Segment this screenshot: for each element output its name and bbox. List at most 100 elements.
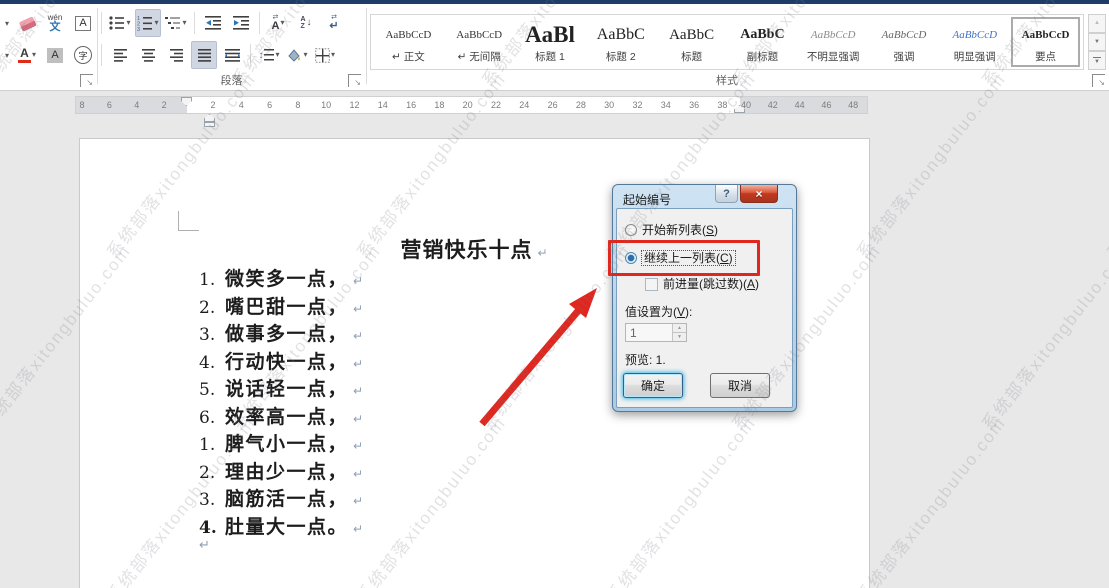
list-number: 2. (199, 463, 221, 483)
ruler-number: 4 (239, 100, 244, 110)
character-shading-button[interactable]: A (42, 41, 68, 69)
chevron-down-icon: ▾ (126, 19, 130, 27)
ruler-number: 14 (378, 100, 388, 110)
align-center-icon (142, 49, 155, 62)
style-item-strong[interactable]: AaBbCcD要点 (1011, 17, 1080, 67)
gallery-scroll: ▲ ▼ ▼ (1088, 14, 1106, 70)
ruler-number: 24 (519, 100, 529, 110)
gallery-more-button[interactable]: ▼ (1088, 51, 1106, 70)
chevron-down-icon[interactable]: ▾ (2, 51, 12, 60)
hanging-indent-marker[interactable] (204, 114, 215, 122)
radio-label: 开始新列表(S) (642, 223, 718, 237)
align-right-button[interactable] (163, 41, 189, 69)
style-item-title[interactable]: AaBbC标题 (657, 17, 726, 67)
gallery-scroll-down-button[interactable]: ▼ (1088, 33, 1106, 52)
paragraph-mark: ↵ (537, 246, 548, 260)
style-item-normal[interactable]: AaBbCcD↵ 正文 (374, 17, 443, 67)
list-number: 1. (199, 270, 221, 290)
list-text: 做事多一点， (225, 319, 348, 346)
numbering-button[interactable]: 123 ▾ (135, 9, 161, 37)
spinner-down-button[interactable]: ▼ (673, 333, 686, 341)
ruler-number: 46 (821, 100, 831, 110)
list-text: 说话轻一点， (225, 374, 348, 401)
ruler-number: 12 (349, 100, 359, 110)
ruler-number: 30 (604, 100, 614, 110)
borders-button[interactable]: ▾ (312, 41, 338, 69)
style-preview: AaBbC (740, 19, 784, 51)
list-number: 2. (199, 298, 221, 318)
watermark-text: 系统部落xitongbuluo.com (974, 238, 1109, 434)
distribute-button[interactable] (219, 41, 245, 69)
ruler-number: 8 (295, 100, 300, 110)
chevron-down-icon: ▾ (331, 51, 335, 59)
checkbox-label: 前进量(跳过数)(A) (663, 277, 759, 291)
list-number: 3. (199, 490, 221, 510)
style-item-emphasis[interactable]: AaBbCcD强调 (870, 17, 939, 67)
ruler-number: 6 (267, 100, 272, 110)
decrease-indent-button[interactable] (200, 9, 226, 37)
shading-button[interactable]: ▾ (284, 41, 310, 69)
clear-formatting-button[interactable] (14, 9, 40, 37)
ok-button[interactable]: 确定 (623, 373, 683, 398)
style-item-heading1[interactable]: AaBl标题 1 (516, 17, 585, 67)
list-text: 脾气小一点， (225, 429, 348, 456)
style-item-no-spacing[interactable]: AaBbCcD↵ 无间隔 (445, 17, 514, 67)
preview-text: 预览: 1. (625, 351, 666, 368)
character-shading-icon: A (47, 48, 62, 63)
asian-layout-icon: ⇄A (272, 14, 280, 32)
ruler-number: 44 (795, 100, 805, 110)
chevron-down-icon[interactable]: ▾ (2, 19, 12, 28)
bullets-button[interactable]: ▾ (107, 9, 133, 37)
ruler-number: 32 (632, 100, 642, 110)
ruler-number: 2 (210, 100, 215, 110)
paragraph-dialog-launcher[interactable]: ↘ (348, 74, 361, 87)
align-center-button[interactable] (135, 41, 161, 69)
style-item-subtitle[interactable]: AaBbC副标题 (728, 17, 797, 67)
style-item-intense-emphasis[interactable]: AaBbCcD明显强调 (940, 17, 1009, 67)
word-window: ▾ wén文 A ▾ 123 ▾ ▾ (0, 0, 1109, 588)
sort-button[interactable]: AZ↓ (293, 9, 319, 37)
divider (194, 12, 195, 34)
font-color-button[interactable]: A ▾ (14, 41, 40, 69)
enclose-characters-button[interactable]: 字 (70, 41, 96, 69)
checkbox-advance-value[interactable]: 前进量(跳过数)(A) (645, 277, 759, 291)
justify-button[interactable] (191, 41, 217, 69)
title-text: 营销快乐十点 (400, 237, 532, 262)
asian-layout-button[interactable]: ⇄A ▾ (265, 9, 291, 37)
text-boundary-mark (178, 211, 179, 231)
list-text: 效率高一点， (225, 402, 348, 429)
line-spacing-button[interactable]: ↕ ▾ (256, 41, 282, 69)
bullets-icon (109, 15, 125, 31)
font-dialog-launcher[interactable]: ↘ (80, 74, 93, 87)
phonetic-guide-button[interactable]: wén文 (42, 9, 68, 37)
value-input[interactable] (626, 324, 672, 341)
gallery-scroll-up-button[interactable]: ▲ (1088, 14, 1106, 33)
divider (101, 12, 102, 34)
increase-indent-button[interactable] (228, 9, 254, 37)
style-item-subtle-emphasis[interactable]: AaBbCcD不明显强调 (799, 17, 868, 67)
multilevel-list-button[interactable]: ▾ (163, 9, 189, 37)
list-number: 4. (199, 518, 221, 538)
cancel-button[interactable]: 取消 (710, 373, 770, 398)
list-text: 肚量大一点。 (225, 512, 348, 539)
style-gallery: AaBbCcD↵ 正文 AaBbCcD↵ 无间隔 AaBl标题 1 AaBbC标… (370, 14, 1084, 70)
dialog-help-button[interactable]: ? (715, 185, 738, 203)
styles-dialog-launcher[interactable]: ↘ (1092, 74, 1105, 87)
chevron-down-icon: ▾ (303, 51, 307, 59)
show-hide-marks-button[interactable]: ⇄↵ (321, 9, 347, 37)
spinner-up-button[interactable]: ▲ (673, 324, 686, 333)
left-indent-marker[interactable] (204, 122, 215, 127)
list-number: 3. (199, 325, 221, 345)
group-divider (366, 8, 367, 84)
ruler-number: 6 (107, 100, 112, 110)
radio-start-new-list[interactable]: 开始新列表(S) (625, 223, 718, 237)
align-left-button[interactable] (107, 41, 133, 69)
style-preview: AaBl (525, 19, 575, 51)
list-number: 4. (199, 353, 221, 373)
dialog-close-button[interactable]: × (740, 185, 778, 203)
list-item: 3.脑筋活一点，↵ (199, 484, 363, 511)
style-item-heading2[interactable]: AaBbC标题 2 (586, 17, 655, 67)
character-border-button[interactable]: A (70, 9, 96, 37)
chevron-down-icon: ▾ (182, 19, 186, 27)
svg-text:3: 3 (137, 27, 140, 31)
